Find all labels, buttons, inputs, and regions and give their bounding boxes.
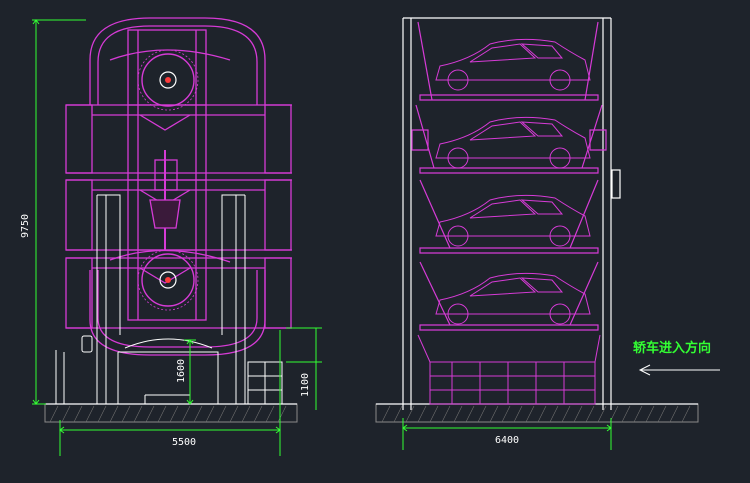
dim-width-side-label: 5500 [172, 437, 196, 448]
cad-drawing: 9750 5500 1600 1100 6400 轿车进入方向 [0, 0, 750, 483]
dim-height-label: 9750 [20, 214, 31, 238]
dim-pit-label: 1600 [176, 359, 187, 383]
entry-direction-label: 轿车进入方向 [633, 340, 711, 356]
dim-entry-label: 1100 [300, 373, 311, 397]
dim-width-front-label: 6400 [495, 435, 519, 446]
